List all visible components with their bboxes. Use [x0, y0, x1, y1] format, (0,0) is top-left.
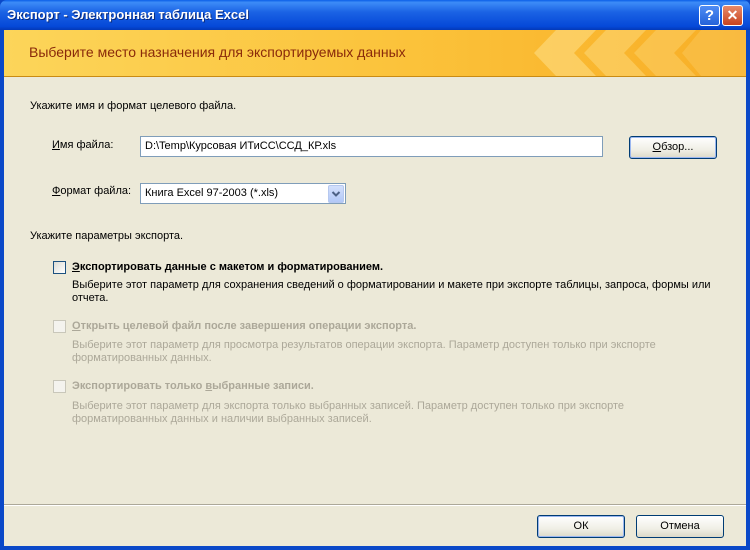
browse-button[interactable]: Обзор... [629, 136, 717, 159]
footer-divider [4, 504, 746, 506]
export-selected-records-description: Выберите этот параметр для экспорта толь… [72, 400, 625, 425]
export-with-formatting-description: Выберите этот параметр для сохранения св… [72, 279, 711, 304]
format-value: Книга Excel 97-2003 (*.xls) [145, 187, 279, 199]
open-target-file-description: Выберите этот параметр для просмотра рез… [72, 339, 656, 364]
header-banner: Выберите место назначения для экспортиру… [4, 30, 746, 77]
file-section-heading: Укажите имя и формат целевого файла. [30, 100, 237, 112]
banner-heading: Выберите место назначения для экспортиру… [29, 44, 406, 60]
title-bar[interactable]: Экспорт - Электронная таблица Excel ? ✕ [0, 0, 750, 30]
format-label: Формат файла: [52, 185, 132, 197]
export-options-heading: Укажите параметры экспорта. [30, 230, 184, 242]
dialog-body: Выберите место назначения для экспортиру… [4, 30, 746, 546]
format-dropdown-button[interactable] [328, 185, 344, 203]
open-target-file-checkbox [53, 320, 66, 333]
format-select[interactable]: Книга Excel 97-2003 (*.xls) [140, 183, 346, 204]
ok-button[interactable]: ОК [537, 515, 625, 538]
export-dialog: Экспорт - Электронная таблица Excel ? ✕ … [0, 0, 750, 550]
export-selected-records-checkbox [53, 380, 66, 393]
window-title: Экспорт - Электронная таблица Excel [7, 7, 249, 22]
filename-value: D:\Temp\Курсовая ИТиСС\ССД_КР.xls [145, 140, 337, 152]
banner-decoration [534, 30, 746, 76]
export-with-formatting-label[interactable]: Экспортировать данные с макетом и формат… [72, 261, 383, 273]
close-button[interactable]: ✕ [722, 5, 743, 26]
chevron-down-icon [331, 191, 341, 197]
filename-input[interactable]: D:\Temp\Курсовая ИТиСС\ССД_КР.xls [140, 136, 603, 157]
export-with-formatting-checkbox[interactable] [53, 261, 66, 274]
export-selected-records-label: Экспортировать только выбранные записи. [72, 380, 314, 392]
help-icon: ? [704, 7, 715, 24]
cancel-button[interactable]: Отмена [636, 515, 724, 538]
filename-label: Имя файла: [52, 139, 114, 151]
close-icon: ✕ [726, 7, 739, 23]
open-target-file-label: Открыть целевой файл после завершения оп… [72, 320, 417, 332]
help-button[interactable]: ? [699, 5, 720, 26]
